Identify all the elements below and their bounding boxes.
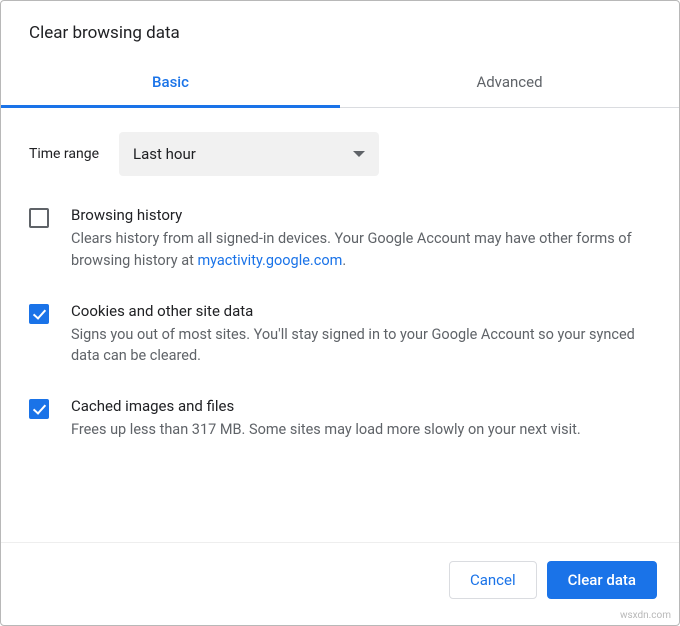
- option-desc-text: Clears history from all signed-in device…: [71, 230, 632, 269]
- option-text: Cookies and other site data Signs you ou…: [71, 302, 651, 368]
- clear-data-button[interactable]: Clear data: [547, 561, 657, 599]
- chevron-down-icon: [353, 151, 365, 157]
- option-desc: Signs you out of most sites. You'll stay…: [71, 324, 651, 368]
- time-range-select[interactable]: Last hour: [119, 132, 379, 176]
- option-cache: Cached images and files Frees up less th…: [29, 397, 651, 441]
- option-desc: Frees up less than 317 MB. Some sites ma…: [71, 419, 651, 441]
- time-range-row: Time range Last hour: [29, 132, 651, 176]
- option-browsing-history: Browsing history Clears history from all…: [29, 206, 651, 272]
- checkbox-cookies[interactable]: [29, 304, 49, 324]
- tab-advanced[interactable]: Advanced: [340, 61, 679, 107]
- dialog-footer: Cancel Clear data: [1, 542, 679, 625]
- option-title: Cached images and files: [71, 397, 651, 415]
- tab-row: Basic Advanced: [1, 61, 679, 108]
- option-text: Browsing history Clears history from all…: [71, 206, 651, 272]
- dialog-title: Clear browsing data: [1, 1, 679, 43]
- time-range-value: Last hour: [133, 145, 196, 163]
- watermark: wsxdn.com: [620, 610, 671, 621]
- dialog-body: Time range Last hour Browsing history Cl…: [1, 108, 679, 441]
- option-text: Cached images and files Frees up less th…: [71, 397, 651, 441]
- option-title: Browsing history: [71, 206, 651, 224]
- checkbox-cache[interactable]: [29, 399, 49, 419]
- myactivity-link[interactable]: myactivity.google.com: [197, 252, 342, 269]
- option-desc-post: .: [342, 252, 346, 269]
- option-desc: Clears history from all signed-in device…: [71, 228, 651, 272]
- time-range-label: Time range: [29, 146, 99, 162]
- checkbox-browsing-history[interactable]: [29, 208, 49, 228]
- tab-basic[interactable]: Basic: [1, 61, 340, 108]
- cancel-button[interactable]: Cancel: [449, 561, 537, 599]
- option-cookies: Cookies and other site data Signs you ou…: [29, 302, 651, 368]
- option-title: Cookies and other site data: [71, 302, 651, 320]
